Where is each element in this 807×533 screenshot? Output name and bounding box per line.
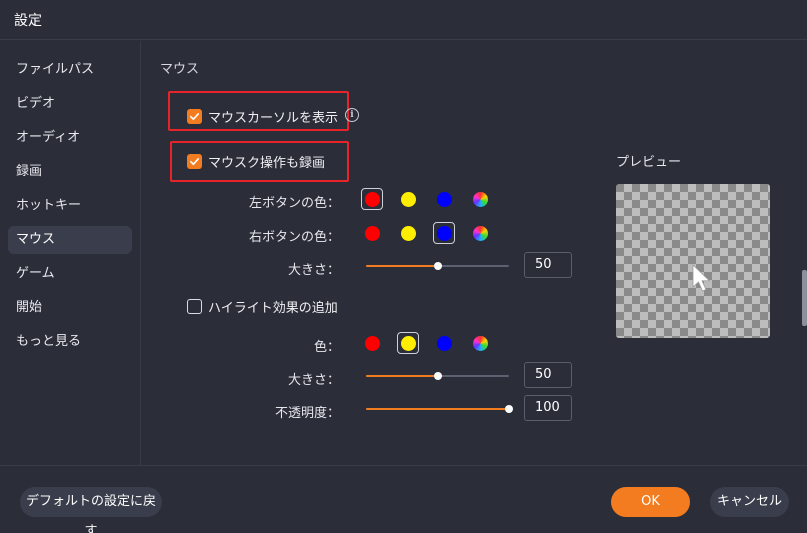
preview-label: プレビュー <box>616 155 682 170</box>
slider-handle[interactable] <box>433 262 442 270</box>
highlight-color-picker-swatch[interactable] <box>469 332 491 354</box>
color-wheel-icon <box>472 335 488 351</box>
red-dot <box>364 225 380 241</box>
record-clicks-label: マウスク操作も録画 <box>208 156 326 171</box>
highlight-checkbox-row[interactable]: ハイライト効果の追加 <box>187 297 338 316</box>
sidebar-item-recording[interactable]: 録画 <box>8 158 132 186</box>
sidebar-item-file-path[interactable]: ファイルパス <box>8 56 132 84</box>
click-size-label: 大きさ： <box>287 263 340 278</box>
highlight-label: ハイライト効果の追加 <box>208 301 338 316</box>
click-size-slider[interactable] <box>366 259 509 273</box>
cancel-button[interactable]: キャンセル <box>710 487 789 517</box>
right-button-color-label: 右ボタンの色： <box>248 230 340 245</box>
sidebar-item-hotkeys[interactable]: ホットキー <box>8 192 132 220</box>
highlight-opacity-label: 不透明度： <box>274 406 340 421</box>
ok-button[interactable]: OK <box>611 487 690 517</box>
settings-sidebar: ファイルパス ビデオ オーディオ 録画 ホットキー マウス ゲーム 開始 もっと… <box>0 41 141 465</box>
show-cursor-label: マウスカーソルを表示 <box>208 111 339 126</box>
highlight-size-label: 大きさ： <box>287 373 340 388</box>
slider-handle[interactable] <box>433 372 442 380</box>
blue-dot <box>436 335 452 351</box>
cursor-preview <box>616 184 770 338</box>
slider-fill <box>366 375 438 377</box>
red-dot <box>364 191 380 207</box>
highlight-color-label: 色： <box>313 340 340 355</box>
mouse-pointer-icon <box>692 264 711 292</box>
scrollbar-thumb[interactable] <box>802 270 807 326</box>
checkmark-icon <box>190 158 199 166</box>
blue-dot <box>436 225 452 241</box>
reset-defaults-button[interactable]: デフォルトの設定に戻す <box>20 487 162 533</box>
yellow-dot <box>400 225 416 241</box>
highlight-color-red-swatch[interactable] <box>361 332 383 354</box>
sidebar-item-start[interactable]: 開始 <box>8 294 132 322</box>
yellow-dot <box>400 335 416 351</box>
left-color-yellow-swatch[interactable] <box>397 188 419 210</box>
sidebar-item-video[interactable]: ビデオ <box>8 90 132 118</box>
sidebar-item-more[interactable]: もっと見る <box>8 328 132 356</box>
slider-fill <box>366 265 438 267</box>
highlight-color-yellow-swatch[interactable] <box>397 332 419 354</box>
mouse-settings-panel: マウス マウスカーソルを表示 i マウスク操作も録画 左ボタンの色： 右ボタンの… <box>142 41 807 465</box>
highlight-opacity-slider[interactable] <box>366 402 513 416</box>
section-title: マウス <box>160 62 200 77</box>
window-title: 設定 <box>14 13 42 29</box>
highlight-checkbox[interactable] <box>187 299 202 314</box>
highlight-size-slider[interactable] <box>366 369 509 383</box>
right-color-red-swatch[interactable] <box>361 222 383 244</box>
right-color-yellow-swatch[interactable] <box>397 222 419 244</box>
highlight-color-blue-swatch[interactable] <box>433 332 455 354</box>
color-wheel-icon <box>472 191 488 207</box>
show-cursor-checkbox[interactable] <box>187 109 202 124</box>
dialog-footer: デフォルトの設定に戻す OK キャンセル <box>0 465 807 533</box>
left-color-picker-swatch[interactable] <box>469 188 491 210</box>
red-dot <box>364 335 380 351</box>
left-color-blue-swatch[interactable] <box>433 188 455 210</box>
info-icon[interactable]: i <box>345 108 359 122</box>
color-wheel-icon <box>472 225 488 241</box>
slider-fill <box>366 408 509 410</box>
click-size-input[interactable]: 50 <box>524 252 572 278</box>
record-clicks-checkbox[interactable] <box>187 154 202 169</box>
sidebar-item-audio[interactable]: オーディオ <box>8 124 132 152</box>
checkmark-icon <box>190 113 199 121</box>
highlight-size-input[interactable]: 50 <box>524 362 572 388</box>
highlight-opacity-input[interactable]: 100 <box>524 395 572 421</box>
sidebar-item-game[interactable]: ゲーム <box>8 260 132 288</box>
right-color-blue-swatch[interactable] <box>433 222 455 244</box>
title-bar: 設定 <box>0 0 807 40</box>
right-color-picker-swatch[interactable] <box>469 222 491 244</box>
record-clicks-checkbox-row[interactable]: マウスク操作も録画 <box>187 152 325 171</box>
slider-handle[interactable] <box>505 405 513 413</box>
left-button-color-label: 左ボタンの色： <box>248 196 340 211</box>
yellow-dot <box>400 191 416 207</box>
show-cursor-checkbox-row[interactable]: マウスカーソルを表示 <box>187 107 338 126</box>
blue-dot <box>436 191 452 207</box>
left-color-red-swatch[interactable] <box>361 188 383 210</box>
sidebar-item-mouse[interactable]: マウス <box>8 226 132 254</box>
